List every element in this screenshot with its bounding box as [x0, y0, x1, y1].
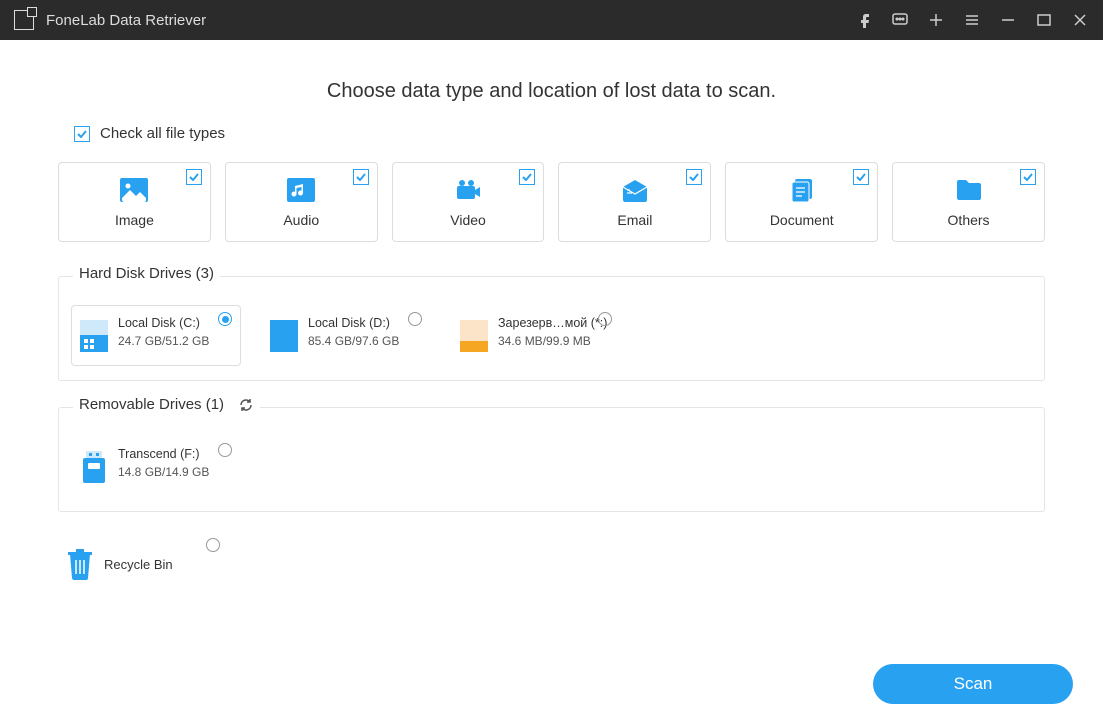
- drive-name: Зарезерв…мой (*:): [498, 316, 607, 330]
- menu-icon[interactable]: [963, 11, 981, 29]
- drive-c[interactable]: Local Disk (C:) 24.7 GB/51.2 GB: [71, 305, 241, 366]
- email-icon: [621, 176, 649, 204]
- plus-icon[interactable]: [927, 11, 945, 29]
- scan-button[interactable]: Scan: [873, 664, 1073, 704]
- feedback-icon[interactable]: [891, 11, 909, 29]
- type-label: Audio: [283, 212, 319, 228]
- check-all-label: Check all file types: [100, 125, 225, 142]
- titlebar: FoneLab Data Retriever: [0, 0, 1103, 40]
- recycle-label: Recycle Bin: [104, 557, 173, 572]
- drive-name: Local Disk (C:): [118, 316, 209, 330]
- type-audio[interactable]: Audio: [225, 162, 378, 242]
- app-title: FoneLab Data Retriever: [46, 12, 855, 29]
- type-document[interactable]: Document: [725, 162, 878, 242]
- drive-name: Transcend (F:): [118, 447, 209, 461]
- drive-size: 34.6 MB/99.9 MB: [498, 334, 607, 348]
- image-icon: [120, 176, 148, 204]
- document-icon: [788, 176, 816, 204]
- type-label: Document: [770, 212, 834, 228]
- facebook-icon[interactable]: [855, 11, 873, 29]
- drive-name: Local Disk (D:): [308, 316, 399, 330]
- type-image[interactable]: Image: [58, 162, 211, 242]
- type-checkbox[interactable]: [186, 169, 202, 185]
- check-all-checkbox[interactable]: [74, 126, 90, 142]
- drive-radio[interactable]: [218, 443, 232, 457]
- disk-icon: [80, 320, 108, 357]
- type-checkbox[interactable]: [853, 169, 869, 185]
- drive-reserved[interactable]: Зарезерв…мой (*:) 34.6 MB/99.9 MB: [451, 305, 621, 366]
- trash-icon: [66, 548, 94, 580]
- audio-icon: [287, 176, 315, 204]
- type-label: Image: [115, 212, 154, 228]
- drive-radio[interactable]: [218, 312, 232, 326]
- drive-d[interactable]: Local Disk (D:) 85.4 GB/97.6 GB: [261, 305, 431, 366]
- type-grid: Image Audio Video Email Document Others: [58, 162, 1045, 242]
- drive-size: 85.4 GB/97.6 GB: [308, 334, 399, 348]
- type-label: Email: [617, 212, 652, 228]
- removable-section: Removable Drives (1) Transcend (F:) 14.8…: [58, 407, 1045, 512]
- drive-size: 24.7 GB/51.2 GB: [118, 334, 209, 348]
- drive-radio[interactable]: [598, 312, 612, 326]
- disk-icon: [270, 320, 298, 357]
- hdd-section: Hard Disk Drives (3) Local Disk (C:) 24.…: [58, 276, 1045, 381]
- drive-radio[interactable]: [408, 312, 422, 326]
- usb-icon: [80, 451, 108, 488]
- minimize-icon[interactable]: [999, 11, 1017, 29]
- type-others[interactable]: Others: [892, 162, 1045, 242]
- type-checkbox[interactable]: [686, 169, 702, 185]
- check-all-row[interactable]: Check all file types: [74, 125, 1029, 142]
- recycle-bin-option[interactable]: Recycle Bin: [58, 538, 228, 590]
- drive-size: 14.8 GB/14.9 GB: [118, 465, 209, 479]
- video-icon: [454, 176, 482, 204]
- type-email[interactable]: Email: [558, 162, 711, 242]
- app-logo-icon: [14, 10, 34, 30]
- refresh-icon[interactable]: [238, 397, 254, 413]
- recycle-radio[interactable]: [206, 538, 220, 552]
- folder-icon: [955, 176, 983, 204]
- type-label: Others: [948, 212, 990, 228]
- type-video[interactable]: Video: [392, 162, 545, 242]
- window-controls: [855, 11, 1089, 29]
- maximize-icon[interactable]: [1035, 11, 1053, 29]
- page-heading: Choose data type and location of lost da…: [58, 80, 1045, 103]
- hdd-title: Hard Disk Drives (3): [73, 265, 220, 282]
- type-checkbox[interactable]: [519, 169, 535, 185]
- type-checkbox[interactable]: [1020, 169, 1036, 185]
- drive-usb[interactable]: Transcend (F:) 14.8 GB/14.9 GB: [71, 436, 241, 497]
- disk-icon: [460, 320, 488, 357]
- close-icon[interactable]: [1071, 11, 1089, 29]
- type-label: Video: [450, 212, 486, 228]
- type-checkbox[interactable]: [353, 169, 369, 185]
- removable-title: Removable Drives (1): [79, 396, 224, 413]
